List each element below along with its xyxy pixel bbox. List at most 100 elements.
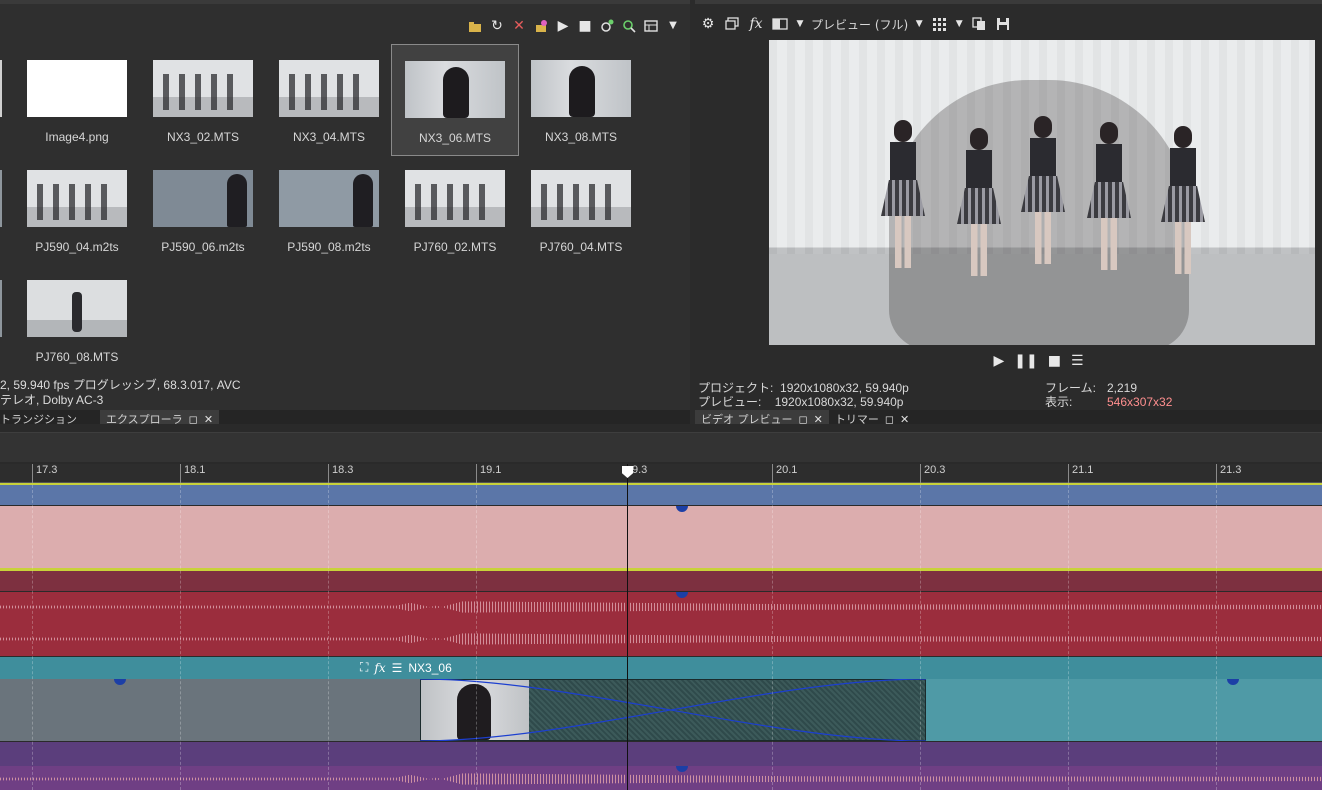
dropdown-icon[interactable]: ▼	[664, 17, 682, 35]
frame-label: フレーム:	[1045, 381, 1096, 395]
thumbnail-image	[27, 280, 127, 337]
thumbnail-item[interactable]: PJ590_08.m2ts	[266, 154, 392, 264]
add-to-project-icon[interactable]	[532, 17, 550, 35]
video-track-header-2[interactable]: ⛶ fx ☰ NX3_06	[0, 657, 1322, 679]
thumbnail-item[interactable]: PJ590_04.m2ts	[14, 154, 140, 264]
stop-icon[interactable]: ■	[1048, 353, 1061, 369]
dropdown-icon[interactable]: ▼	[954, 15, 964, 33]
display-label: 表示:	[1045, 395, 1073, 409]
thumbnail-caption: NX3_04.MTS	[292, 130, 366, 144]
folder-up-icon[interactable]	[466, 17, 484, 35]
thumbnail-item[interactable]: Image4.png	[14, 44, 140, 154]
auto-preview-icon[interactable]	[598, 17, 616, 35]
file-info-line: 2, 59.940 fps プログレッシブ, 68.3.017, AVC	[0, 378, 241, 392]
ruler-tick: 17.3	[32, 464, 57, 483]
audio-track-1[interactable]	[0, 592, 1322, 656]
partial-thumbnail	[0, 280, 2, 337]
thumbnail-image	[27, 60, 127, 117]
ruler-tick: 20.3	[920, 464, 945, 483]
video-track-2[interactable]	[0, 679, 1322, 741]
dancer-figure	[1021, 116, 1065, 266]
thumbnail-image	[279, 60, 379, 117]
play-icon[interactable]: ▶	[554, 17, 572, 35]
preview-toolbar: ⚙ fx ▼ プレビュー (フル) ▼ ▼	[695, 8, 1322, 40]
dancer-figure	[1087, 122, 1131, 272]
ruler-tick: 21.1	[1068, 464, 1093, 483]
preview-transport: ▶ ❚❚ ■ ☰	[695, 346, 1322, 376]
save-snapshot-icon[interactable]	[994, 15, 1012, 33]
thumbnail-item[interactable]: PJ760_04.MTS	[518, 154, 644, 264]
keyframe-marker[interactable]	[676, 766, 688, 772]
thumbnail-item[interactable]: NX3_02.MTS	[140, 44, 266, 154]
crossfade-curves	[420, 679, 926, 741]
project-value: 1920x1080x32, 59.940p	[780, 381, 909, 395]
ruler-tick: 19.1	[476, 464, 501, 483]
keyframe-marker[interactable]	[676, 506, 688, 512]
settings-gear-icon[interactable]: ⚙	[699, 15, 717, 33]
fx-icon[interactable]: fx	[374, 661, 385, 675]
refresh-icon[interactable]: ↻	[488, 17, 506, 35]
thumbnail-item[interactable]: PJ590_06.m2ts	[140, 154, 266, 264]
thumbnail-image	[153, 170, 253, 227]
video-clip-previous[interactable]	[0, 679, 420, 741]
fx-icon[interactable]: fx	[747, 15, 765, 33]
audio-waveform	[0, 633, 1322, 645]
external-monitor-icon[interactable]	[723, 15, 741, 33]
overlay-grid-icon[interactable]	[930, 15, 948, 33]
keyframe-marker[interactable]	[676, 592, 688, 598]
split-screen-icon[interactable]	[771, 15, 789, 33]
ruler-tick: 20.1	[772, 464, 797, 483]
audio-track-header-2[interactable]	[0, 742, 1322, 766]
ruler-tick: 18.1	[180, 464, 205, 483]
preview-quality-select[interactable]: プレビュー (フル)	[811, 16, 908, 33]
dropdown-icon[interactable]: ▼	[914, 15, 924, 33]
thumbnail-item-selected[interactable]: NX3_06.MTS	[391, 44, 519, 156]
thumbnail-image	[531, 60, 631, 117]
audio-track-header-1[interactable]	[0, 571, 1322, 591]
audio-waveform	[0, 773, 1322, 785]
partial-thumbnail	[0, 170, 2, 227]
view-mode-icon[interactable]	[642, 17, 660, 35]
thumbnail-caption: Image4.png	[45, 130, 109, 144]
play-icon[interactable]: ▶	[993, 353, 1004, 369]
search-icon[interactable]	[620, 17, 638, 35]
grid-line	[772, 485, 773, 790]
playhead-line[interactable]	[627, 464, 628, 790]
grid-line	[476, 485, 477, 790]
preview-info: プロジェクト: 1920x1080x32, 59.940p プレビュー: 192…	[695, 379, 1322, 409]
clip-header: ⛶ fx ☰ NX3_06	[360, 660, 452, 675]
menu-icon[interactable]: ☰	[1071, 353, 1084, 369]
thumbnail-caption: NX3_08.MTS	[544, 130, 618, 144]
grid-line	[1216, 485, 1217, 790]
thumbnail-caption: NX3_02.MTS	[166, 130, 240, 144]
thumbnail-image	[279, 170, 379, 227]
partial-thumbnail	[0, 60, 2, 117]
video-track-1[interactable]	[0, 506, 1322, 568]
dancer-figure	[957, 128, 1001, 278]
thumbnail-image	[153, 60, 253, 117]
thumbnail-caption: PJ760_08.MTS	[35, 350, 119, 364]
file-info: 2, 59.940 fps プログレッシブ, 68.3.017, AVC テレオ…	[0, 378, 690, 410]
thumbnail-item[interactable]: PJ760_08.MTS	[14, 264, 140, 374]
copy-snapshot-icon[interactable]	[970, 15, 988, 33]
delete-icon[interactable]: ✕	[510, 17, 528, 35]
crop-icon[interactable]: ⛶	[360, 660, 368, 675]
thumbnail-caption: NX3_06.MTS	[418, 131, 492, 145]
thumbnail-item[interactable]: NX3_04.MTS	[266, 44, 392, 154]
explorer-toolbar: ↻ ✕ ▶ ■ ▼	[0, 8, 690, 44]
thumbnail-image	[405, 170, 505, 227]
dropdown-icon[interactable]: ▼	[795, 15, 805, 33]
video-track-header-1[interactable]	[0, 485, 1322, 505]
menu-icon[interactable]: ☰	[392, 661, 403, 675]
thumbnail-item[interactable]: PJ760_02.MTS	[392, 154, 518, 264]
stop-icon[interactable]: ■	[576, 17, 594, 35]
audio-waveform	[0, 601, 1322, 613]
timeline-ruler[interactable]: 17.3 18.1 18.3 19.1 9.3 20.1 20.3 21.1 2…	[0, 464, 1322, 483]
keyframe-marker[interactable]	[1227, 679, 1239, 685]
timeline-header	[0, 432, 1322, 462]
audio-track-2[interactable]	[0, 766, 1322, 790]
video-preview-panel: ⚙ fx ▼ プレビュー (フル) ▼ ▼ ▶ ❚❚ ■ ☰ プロジェクト: 1…	[695, 0, 1322, 428]
thumbnail-image	[405, 61, 505, 118]
thumbnail-item[interactable]: NX3_08.MTS	[518, 44, 644, 154]
pause-icon[interactable]: ❚❚	[1014, 353, 1037, 369]
